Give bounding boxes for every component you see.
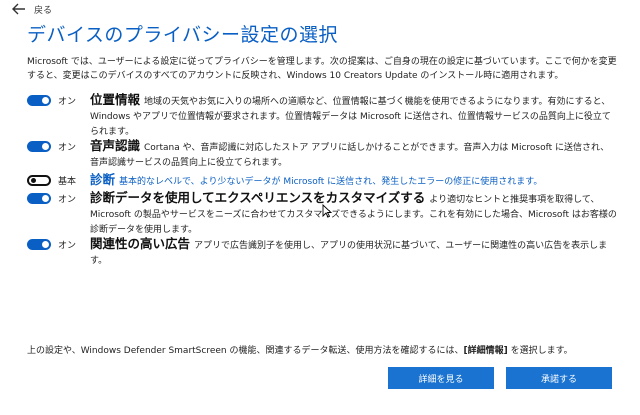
- option-description: 基本的なレベルで、より少ないデータが Microsoft に送信され、発生したエ…: [119, 177, 543, 187]
- toggle-location[interactable]: [27, 95, 51, 106]
- option-title: 診断データを使用してエクスペリエンスをカスタマイズする: [90, 190, 426, 205]
- toggle-relevant-ads[interactable]: [27, 239, 51, 250]
- accept-button[interactable]: 承諾する: [506, 367, 612, 389]
- arrow-left-icon: [12, 3, 25, 15]
- option-title: 音声認識: [90, 138, 141, 153]
- toggle-state-label: オン: [58, 195, 77, 205]
- back-label: 戻る: [34, 5, 53, 16]
- page-title: デバイスのプライバシー設定の選択: [27, 24, 339, 46]
- learn-more-link[interactable]: [詳細情報]: [463, 346, 507, 356]
- learn-more-button[interactable]: 詳細を見る: [388, 367, 494, 389]
- option-title: 関連性の高い広告: [90, 236, 191, 251]
- toggle-state-label: オン: [58, 143, 77, 153]
- option-description: 地域の天気やお気に入りの場所への道順など、位置情報に基づく機能を使用できるように…: [90, 97, 611, 137]
- mouse-cursor-icon: [322, 204, 332, 218]
- back-button[interactable]: 戻る: [12, 3, 52, 16]
- top-bar: 戻る: [0, 0, 52, 18]
- toggle-diagnostics[interactable]: [27, 175, 51, 186]
- toggle-state-label: オン: [58, 241, 77, 251]
- footer-text-before: 上の設定や、Windows Defender SmartScreen の機能、関…: [27, 346, 464, 356]
- intro-text: Microsoft では、ユーザーによる設定に従ってプライバシーを管理します。次…: [27, 57, 617, 81]
- footer-text-after: を選択します。: [507, 346, 573, 356]
- toggle-tailored-experiences[interactable]: [27, 193, 51, 204]
- option-title: 診断: [90, 172, 116, 187]
- toggle-state-label: オン: [58, 97, 77, 107]
- footer-text: 上の設定や、Windows Defender SmartScreen の機能、関…: [27, 343, 573, 356]
- option-title: 位置情報: [90, 92, 141, 107]
- toggle-state-label: 基本: [58, 177, 77, 187]
- option-description: Cortana や、音声認識に対応したストア アプリに話しかけることができます。…: [90, 143, 610, 168]
- toggle-speech[interactable]: [27, 141, 51, 152]
